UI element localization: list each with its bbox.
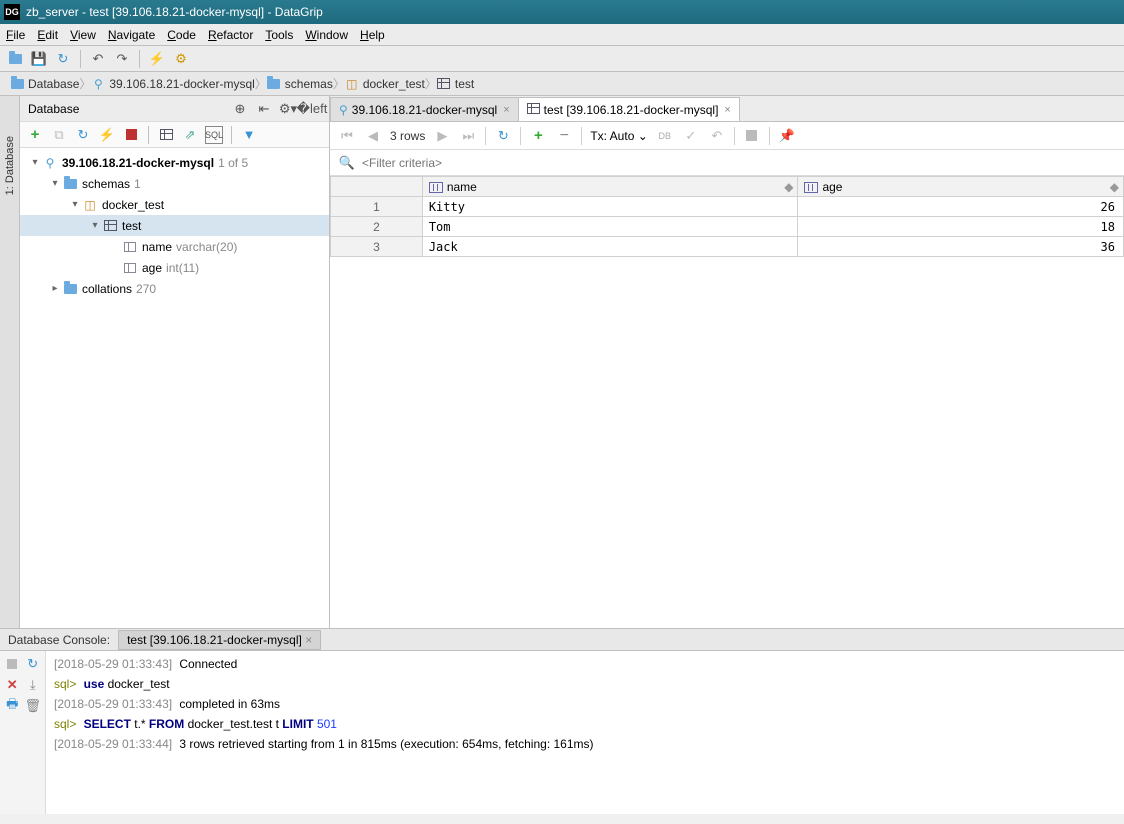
target-icon[interactable]: ⊕ <box>231 100 249 118</box>
filter-bar: 🔍 <box>330 150 1124 176</box>
tree-column-name[interactable]: namevarchar(20) <box>20 236 329 257</box>
nav-icon[interactable]: ⇗ <box>181 126 199 144</box>
console-tab-bar: Database Console: test [39.106.18.21-doc… <box>0 628 1124 650</box>
menu-help[interactable]: Help <box>360 28 385 42</box>
console-output[interactable]: [2018-05-29 01:33:43] Connected sql> use… <box>46 651 1124 814</box>
sql-icon[interactable]: SQL <box>205 126 223 144</box>
refresh-icon[interactable]: ↻ <box>54 50 72 68</box>
console-clear-icon[interactable]: 🗑 <box>24 697 41 714</box>
commit-icon[interactable]: ✓ <box>682 127 700 145</box>
console-stop-icon[interactable] <box>4 655 21 672</box>
stop-button[interactable] <box>122 126 140 144</box>
menu-navigate[interactable]: Navigate <box>108 28 155 42</box>
console-rerun-icon[interactable]: ↻ <box>25 655 42 672</box>
database-console: ↻ ✕ ⤓ 🖶 🗑 [2018-05-29 01:33:43] Connecte… <box>0 650 1124 814</box>
title-bar: DG zb_server - test [39.106.18.21-docker… <box>0 0 1124 24</box>
redo-icon[interactable]: ↷ <box>113 50 131 68</box>
gear-icon[interactable]: ⚙▾ <box>279 100 297 118</box>
tx-mode[interactable]: Tx: Auto ⌄ <box>590 129 647 143</box>
remove-row-button[interactable]: − <box>555 127 573 145</box>
breadcrumb-db[interactable]: ◫docker_test <box>341 75 433 93</box>
corner-cell <box>331 177 423 197</box>
stop-icon[interactable] <box>743 127 761 145</box>
sync-icon[interactable]: ↻ <box>74 126 92 144</box>
settings-icon[interactable]: ⚙ <box>172 50 190 68</box>
run-icon[interactable]: ⚡ <box>148 50 166 68</box>
last-page-icon[interactable]: ⏭ <box>459 127 477 145</box>
prev-page-icon[interactable]: ◀ <box>364 127 382 145</box>
undo-icon[interactable]: ↶ <box>89 50 107 68</box>
table-row[interactable]: 2Tom18 <box>331 217 1124 237</box>
separator <box>80 50 81 68</box>
editor-area: ⚲39.106.18.21-docker-mysql× test [39.106… <box>330 96 1124 628</box>
add-row-button[interactable]: + <box>529 127 547 145</box>
main-toolbar: 💾 ↻ ↶ ↷ ⚡ ⚙ <box>0 46 1124 72</box>
menu-refactor[interactable]: Refactor <box>208 28 253 42</box>
menu-window[interactable]: Window <box>305 28 348 42</box>
collapse-icon[interactable]: ⇤ <box>255 100 273 118</box>
menu-edit[interactable]: Edit <box>37 28 58 42</box>
tree-datasource[interactable]: ▾⚲ 39.106.18.21-docker-mysql1 of 5 <box>20 152 329 173</box>
row-count: 3 rows <box>390 129 425 143</box>
console-print-icon[interactable]: 🖶 <box>4 697 20 714</box>
breadcrumb-schemas[interactable]: schemas <box>263 75 341 93</box>
breadcrumb-datasource[interactable]: ⚲39.106.18.21-docker-mysql <box>87 75 262 93</box>
column-header-age[interactable]: age◆ <box>798 177 1124 197</box>
menu-code[interactable]: Code <box>167 28 196 42</box>
console-label: Database Console: <box>8 633 110 647</box>
breadcrumb-root[interactable]: Database <box>6 75 87 93</box>
duplicate-icon[interactable]: ⧉ <box>50 126 68 144</box>
console-toolbar: ↻ ✕ ⤓ 🖶 🗑 <box>0 651 46 814</box>
hide-icon[interactable]: �left <box>303 100 321 118</box>
editor-tabs: ⚲39.106.18.21-docker-mysql× test [39.106… <box>330 96 1124 122</box>
table-row[interactable]: 3Jack36 <box>331 237 1124 257</box>
left-gutter-database-tab[interactable]: 1: Database <box>0 96 20 628</box>
tab-table-test[interactable]: test [39.106.18.21-docker-mysql]× <box>518 97 740 121</box>
console-export-icon[interactable]: ⤓ <box>25 676 42 693</box>
tab-datasource[interactable]: ⚲39.106.18.21-docker-mysql× <box>330 97 519 121</box>
tree-collations[interactable]: ▸ collations270 <box>20 278 329 299</box>
breadcrumb-table[interactable]: test <box>433 75 482 93</box>
add-button[interactable]: + <box>26 126 44 144</box>
result-grid[interactable]: name◆ age◆ 1Kitty26 2Tom18 3Jack36 <box>330 176 1124 257</box>
database-tool-window: Database ⊕ ⇤ ⚙▾ �left + ⧉ ↻ ⚡ ⇗ SQL ▼ ▾⚲ <box>20 96 330 628</box>
tree-schemas[interactable]: ▾ schemas1 <box>20 173 329 194</box>
app-logo-icon: DG <box>4 4 20 20</box>
search-icon[interactable]: 🔍 <box>338 154 356 172</box>
close-icon[interactable]: × <box>503 104 509 116</box>
table-row[interactable]: 1Kitty26 <box>331 197 1124 217</box>
next-page-icon[interactable]: ▶ <box>433 127 451 145</box>
filter-icon[interactable]: ▼ <box>240 126 258 144</box>
menu-bar: File Edit View Navigate Code Refactor To… <box>0 24 1124 46</box>
db-icon[interactable]: DB <box>656 127 674 145</box>
menu-view[interactable]: View <box>70 28 96 42</box>
tree-database[interactable]: ▾◫ docker_test <box>20 194 329 215</box>
database-panel-title: Database <box>28 102 79 116</box>
filter-input[interactable] <box>362 156 1116 170</box>
rollback-icon[interactable]: ↶ <box>708 127 726 145</box>
breadcrumb: Database ⚲39.106.18.21-docker-mysql sche… <box>0 72 1124 96</box>
column-header-name[interactable]: name◆ <box>422 177 798 197</box>
database-tree: ▾⚲ 39.106.18.21-docker-mysql1 of 5 ▾ sch… <box>20 148 329 628</box>
console-close-icon[interactable]: ✕ <box>4 676 21 693</box>
reload-icon[interactable]: ↻ <box>494 127 512 145</box>
close-icon[interactable]: × <box>724 104 730 116</box>
console-tab[interactable]: test [39.106.18.21-docker-mysql] × <box>118 630 321 650</box>
grid-icon[interactable] <box>157 126 175 144</box>
result-toolbar: ⏮ ◀ 3 rows ▶ ⏭ ↻ + − Tx: Auto ⌄ DB ✓ ↶ 📌 <box>330 122 1124 150</box>
menu-tools[interactable]: Tools <box>265 28 293 42</box>
tree-table-test[interactable]: ▾ test <box>20 215 329 236</box>
first-page-icon[interactable]: ⏮ <box>338 127 356 145</box>
window-title: zb_server - test [39.106.18.21-docker-my… <box>26 5 323 19</box>
console-icon[interactable]: ⚡ <box>98 126 116 144</box>
pin-icon[interactable]: 📌 <box>778 127 796 145</box>
tree-column-age[interactable]: ageint(11) <box>20 257 329 278</box>
menu-file[interactable]: File <box>6 28 25 42</box>
save-icon[interactable]: 💾 <box>30 50 48 68</box>
open-icon[interactable] <box>6 50 24 68</box>
separator <box>139 50 140 68</box>
